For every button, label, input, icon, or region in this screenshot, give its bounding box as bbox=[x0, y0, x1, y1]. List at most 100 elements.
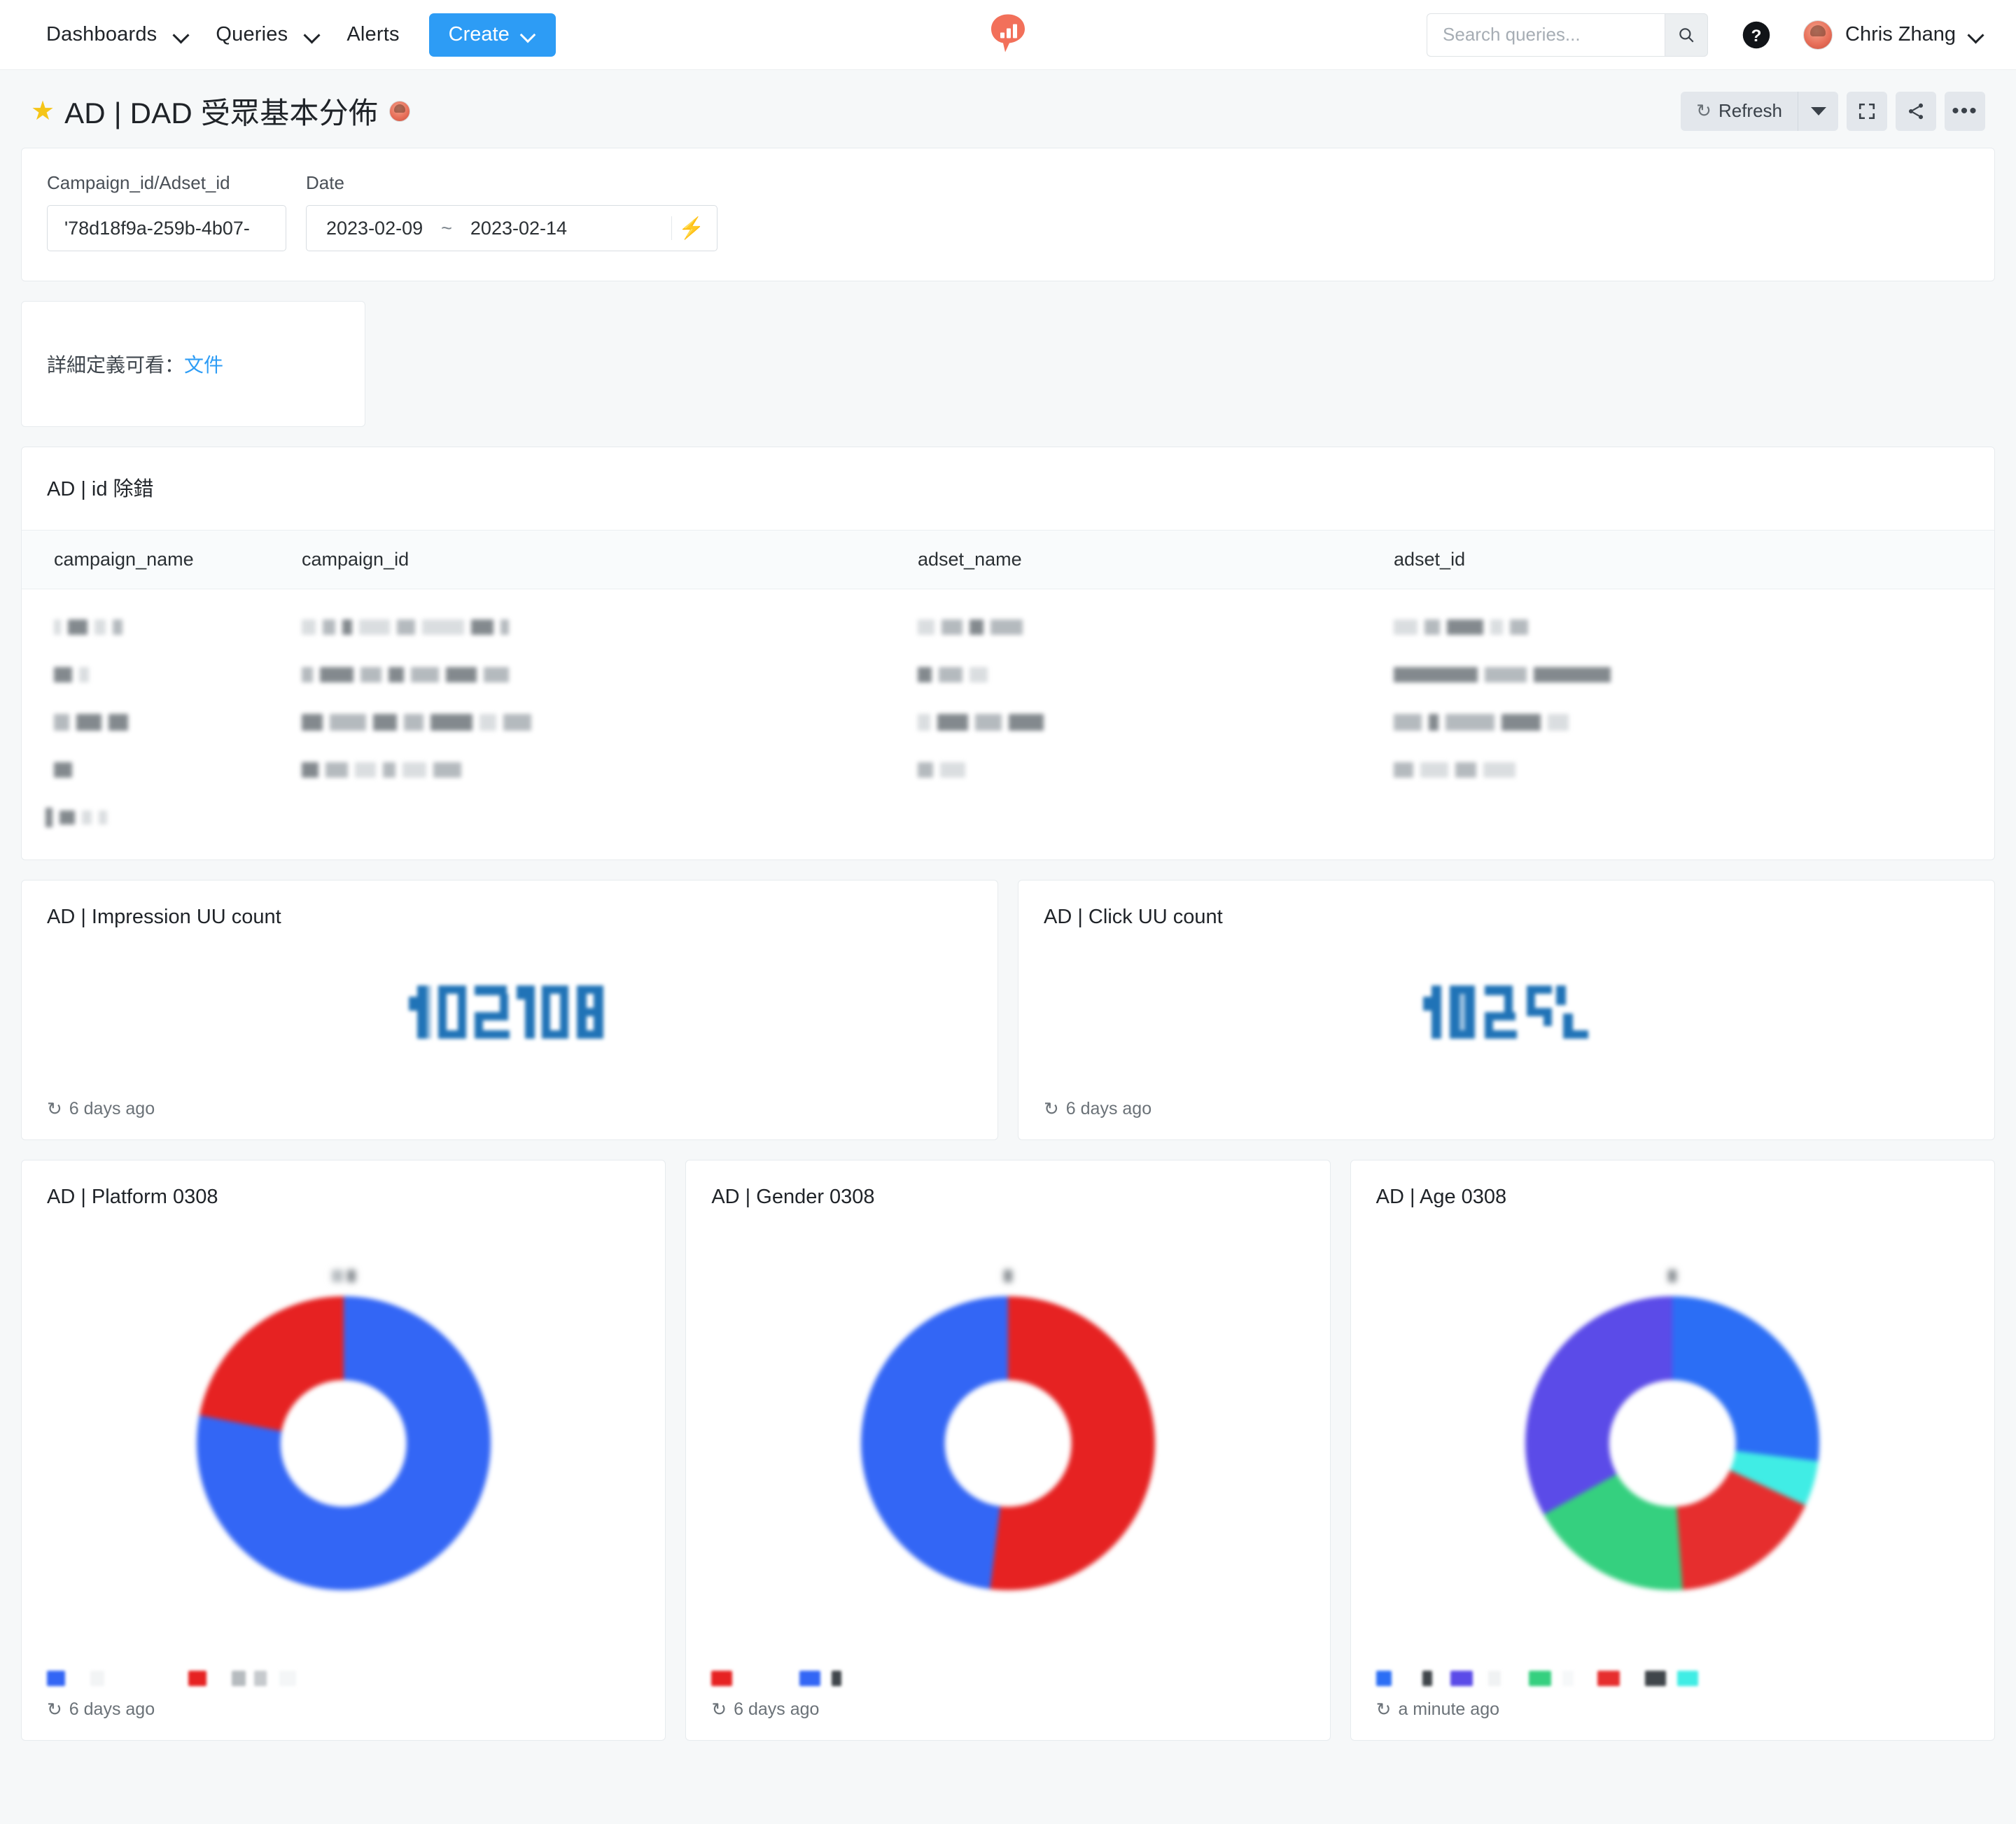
table-row[interactable] bbox=[22, 746, 1994, 794]
refresh-icon[interactable]: ↻ bbox=[711, 1699, 727, 1720]
column-header-adset-id[interactable]: adset_id bbox=[1394, 531, 1994, 589]
filter-date-label: Date bbox=[306, 172, 344, 193]
dashboard-owner-avatar bbox=[389, 100, 411, 122]
counter-title: AD | Impression UU count bbox=[47, 906, 281, 928]
refresh-icon[interactable]: ↻ bbox=[1044, 1098, 1059, 1120]
documentation-link[interactable]: 文件 bbox=[184, 354, 223, 376]
redacted-cell bbox=[918, 714, 1394, 731]
table-body bbox=[22, 589, 1994, 860]
date-range-picker[interactable]: 2023-02-09 ~ 2023-02-14 ⚡ bbox=[306, 205, 718, 251]
donut-chart-platform[interactable] bbox=[196, 1270, 491, 1590]
redacted-cell bbox=[1394, 762, 1994, 778]
column-header-campaign-id[interactable]: campaign_id bbox=[302, 531, 918, 589]
share-button[interactable] bbox=[1896, 91, 1936, 131]
chart-legend bbox=[1351, 1671, 1994, 1699]
redacted-legend-label bbox=[1488, 1671, 1501, 1686]
donut-chart-age[interactable] bbox=[1525, 1270, 1820, 1590]
create-button[interactable]: Create bbox=[428, 13, 556, 57]
legend-swatch[interactable] bbox=[1597, 1671, 1620, 1686]
more-options-button[interactable]: ••• bbox=[1945, 91, 1985, 131]
refresh-button-label: Refresh bbox=[1718, 100, 1782, 121]
chart-legend bbox=[22, 1671, 665, 1699]
nav-item-queries[interactable]: Queries bbox=[200, 24, 303, 45]
counter-widget-impression-uu: AD | Impression UU count ↻ 6 days ago bbox=[21, 880, 998, 1140]
donut-ring bbox=[196, 1296, 491, 1590]
chart-title: AD | Platform 0308 bbox=[47, 1186, 218, 1208]
legend-swatch[interactable] bbox=[1450, 1671, 1473, 1686]
chart-footer: ↻ a minute ago bbox=[1351, 1699, 1994, 1740]
filter-campaign-label: Campaign_id/Adset_id bbox=[47, 172, 230, 193]
redacted-legend-label bbox=[1422, 1671, 1432, 1686]
redacted-chart-label bbox=[331, 1270, 356, 1282]
table-row[interactable] bbox=[22, 603, 1994, 651]
nav-right-group: ? Chris Zhang bbox=[1427, 13, 1985, 57]
redacted-chart-label bbox=[1668, 1270, 1677, 1282]
dashboard-header: ★ AD | DAD 受眾基本分佈 ↻ Refresh ••• bbox=[0, 70, 2016, 148]
date-start-value[interactable]: 2023-02-09 bbox=[326, 218, 423, 239]
counter-footer: ↻ 6 days ago bbox=[1018, 1098, 1994, 1139]
redacted-legend-label bbox=[232, 1671, 246, 1686]
table-widget: AD | id 除錯 campaign_name campaign_id ads… bbox=[21, 447, 1995, 860]
date-range-separator: ~ bbox=[441, 217, 452, 239]
search-input[interactable] bbox=[1427, 13, 1665, 57]
redacted-cell bbox=[918, 619, 1394, 635]
counters-row: AD | Impression UU count ↻ 6 days ago AD… bbox=[21, 880, 1995, 1140]
nav-item-dashboards[interactable]: Dashboards bbox=[31, 24, 172, 45]
app-logo[interactable] bbox=[990, 13, 1026, 57]
redacted-cell bbox=[302, 714, 918, 731]
column-header-adset-name[interactable]: adset_name bbox=[918, 531, 1394, 589]
refresh-icon[interactable]: ↻ bbox=[1376, 1699, 1392, 1720]
date-end-value[interactable]: 2023-02-14 bbox=[470, 218, 567, 239]
donut-chart-gender[interactable] bbox=[860, 1270, 1155, 1590]
star-icon[interactable]: ★ bbox=[31, 98, 55, 125]
user-avatar[interactable] bbox=[1803, 20, 1833, 50]
help-circle-icon[interactable]: ? bbox=[1742, 20, 1771, 50]
legend-swatch[interactable] bbox=[1376, 1671, 1392, 1686]
legend-swatch[interactable] bbox=[1676, 1671, 1698, 1686]
table-row[interactable] bbox=[22, 699, 1994, 746]
pie-widget-gender: AD | Gender 0308 ↻ 6 days ago bbox=[685, 1160, 1331, 1741]
fullscreen-button[interactable] bbox=[1847, 91, 1887, 131]
lightning-icon[interactable]: ⚡ bbox=[672, 216, 711, 241]
redacted-cell bbox=[1394, 714, 1994, 731]
redash-logo-icon bbox=[991, 14, 1025, 52]
username-label: Chris Zhang bbox=[1845, 23, 1956, 45]
top-navbar: Dashboards Queries Alerts Create Search … bbox=[0, 0, 2016, 70]
refresh-icon[interactable]: ↻ bbox=[47, 1098, 62, 1120]
chart-timestamp: a minute ago bbox=[1398, 1699, 1499, 1719]
chevron-down-icon[interactable] bbox=[172, 26, 190, 44]
more-horizontal-icon: ••• bbox=[1952, 99, 1978, 122]
chevron-down-icon bbox=[521, 27, 536, 43]
refresh-dropdown-button[interactable] bbox=[1798, 91, 1838, 131]
legend-swatch[interactable] bbox=[47, 1671, 65, 1686]
redacted-legend-label bbox=[279, 1671, 296, 1686]
chevron-down-icon[interactable] bbox=[303, 26, 321, 44]
redacted-cell bbox=[302, 619, 918, 635]
refresh-icon: ↻ bbox=[1696, 100, 1712, 121]
redacted-cell bbox=[918, 667, 1394, 682]
dashboard-content: Campaign_id/Adset_id Date 2023-02-09 ~ 2… bbox=[0, 148, 2016, 1783]
search-button[interactable] bbox=[1665, 13, 1709, 57]
table-row[interactable] bbox=[22, 651, 1994, 699]
redacted-cell bbox=[302, 667, 918, 682]
donut-ring bbox=[1525, 1296, 1820, 1590]
fullscreen-icon bbox=[1858, 103, 1875, 119]
redacted-legend-label bbox=[832, 1671, 842, 1686]
legend-swatch[interactable] bbox=[188, 1671, 206, 1686]
filter-campaign-input[interactable] bbox=[47, 205, 286, 251]
chevron-down-icon[interactable] bbox=[1967, 26, 1985, 44]
refresh-icon[interactable]: ↻ bbox=[47, 1699, 62, 1720]
search-box bbox=[1427, 13, 1709, 57]
primary-nav: Dashboards Queries Alerts Create bbox=[31, 13, 556, 57]
legend-swatch[interactable] bbox=[799, 1671, 821, 1686]
nav-item-alerts[interactable]: Alerts bbox=[331, 24, 414, 45]
legend-swatch[interactable] bbox=[1528, 1671, 1551, 1686]
refresh-button-group: ↻ Refresh bbox=[1681, 91, 1838, 131]
chart-legend bbox=[686, 1671, 1329, 1699]
share-icon bbox=[1908, 103, 1924, 119]
column-header-campaign-name[interactable]: campaign_name bbox=[22, 531, 302, 589]
filter-campaign: Campaign_id/Adset_id bbox=[47, 172, 286, 251]
refresh-button[interactable]: ↻ Refresh bbox=[1681, 91, 1798, 131]
table-row[interactable] bbox=[22, 794, 1994, 841]
legend-swatch[interactable] bbox=[711, 1671, 733, 1686]
